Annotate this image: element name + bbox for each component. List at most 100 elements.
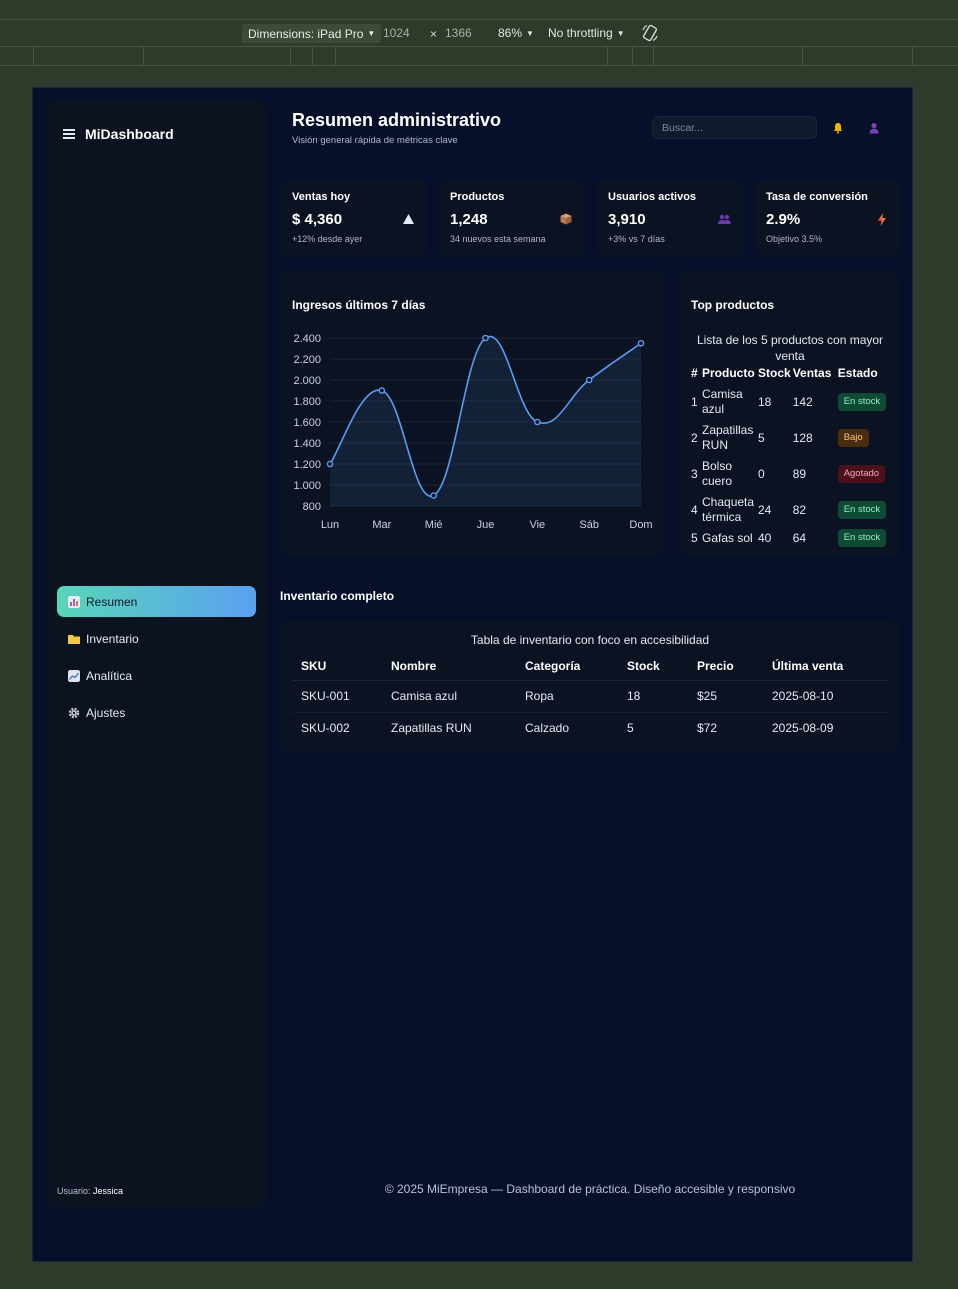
status-badge: En stock (837, 529, 887, 547)
cell-name: Zapatillas RUN (391, 721, 472, 736)
zoom-label: 86% (498, 26, 523, 40)
x-tick-label: Lun (321, 519, 339, 531)
search-input[interactable] (652, 116, 817, 139)
column-header: Stock (758, 366, 791, 380)
sales: 64 (792, 530, 807, 545)
sales: 128 (792, 430, 813, 445)
caret-down-icon: ▼ (367, 29, 376, 38)
x-tick-label: Jue (477, 519, 495, 531)
status-badge: Bajo (837, 429, 869, 447)
sidebar-item-analitica[interactable]: Analítica (57, 660, 256, 691)
zoom-select[interactable]: 86% ▼ (498, 26, 534, 40)
user-icon[interactable] (867, 121, 881, 135)
width-input[interactable]: 1024 (383, 26, 410, 40)
stat-value: 2.9% (766, 211, 801, 228)
device-viewport: MiDashboard Resumen Inventario Analítica… (32, 87, 913, 1262)
x-tick-label: Mié (425, 519, 443, 531)
column-header: Precio (688, 653, 763, 681)
ruler-tick (312, 47, 313, 65)
stat-note: +3% vs 7 días (608, 234, 665, 244)
revenue-chart-card: Ingresos últimos 7 días 2.400 2.200 2.000 1… (281, 270, 665, 556)
column-header: Nombre (382, 653, 516, 681)
status-badge: En stock (837, 393, 887, 411)
page-title: Resumen administrativo (292, 110, 502, 130)
sidebar-item-ajustes[interactable]: Ajustes (57, 697, 256, 728)
column-header: Última venta (763, 653, 889, 681)
y-tick-label: 1.400 (293, 438, 321, 450)
sales: 89 (792, 466, 807, 481)
divider (0, 65, 958, 66)
x-tick-label: Sáb (579, 519, 599, 531)
page-subtitle: Visión general rápida de métricas clave (292, 135, 458, 146)
throttling-label: No throttling (548, 26, 613, 40)
throttling-select[interactable]: No throttling ▼ (548, 26, 625, 40)
ruler-tick (802, 47, 803, 65)
users-icon (717, 212, 731, 226)
series-area (330, 336, 641, 506)
devtools-toolbar: Dimensions: iPad Pro ▼ 1024 × 1366 86% ▼… (0, 0, 958, 66)
column-header: Estado (837, 366, 878, 380)
inventory-table: SKU Nombre Categoría Stock Precio Última… (292, 653, 889, 744)
dimensions-select[interactable]: Dimensions: iPad Pro ▼ (242, 24, 382, 43)
table-row: 5 Gafas sol 40 64 En stock (691, 528, 888, 548)
stock: 5 (758, 430, 765, 445)
x-tick-label: Dom (629, 519, 652, 531)
stock: 24 (758, 502, 772, 517)
stat-card-usuarios: Usuarios activos 3,910 +3% vs 7 días (597, 180, 743, 256)
data-point (378, 387, 386, 394)
cell-price: $25 (688, 680, 763, 713)
menu-icon[interactable] (63, 129, 75, 139)
box-icon (559, 212, 573, 226)
product-name: Zapatillas RUN (702, 423, 754, 452)
product-name: Gafas sol (702, 530, 753, 545)
column-header: Ventas (792, 366, 832, 380)
column-header: Producto (702, 366, 755, 380)
product-name: Chaqueta térmica (702, 495, 755, 524)
column-header: Stock (618, 653, 688, 681)
top-products-title: Top productos (691, 298, 775, 312)
inventory-heading: Inventario completo (280, 589, 395, 603)
caret-down-icon: ▼ (616, 28, 625, 38)
sidebar-item-label: Ajustes (86, 705, 126, 720)
ruler-tick (290, 47, 291, 65)
data-point (585, 376, 593, 384)
data-point (637, 339, 645, 347)
product-name: Camisa azul (702, 387, 743, 416)
inventory-card: Tabla de inventario con foco en accesibi… (281, 621, 899, 751)
y-tick-label: 1.600 (293, 417, 321, 429)
height-input[interactable]: 1366 (445, 26, 472, 40)
sidebar-item-label: Resumen (86, 594, 138, 609)
sidebar-item-label: Inventario (86, 631, 139, 646)
triangle-up-icon (401, 212, 415, 226)
y-tick-label: 1.200 (293, 459, 321, 471)
ruler-tick (143, 47, 144, 65)
rotate-icon[interactable] (641, 24, 659, 42)
stat-value: 3,910 (608, 211, 646, 228)
divider (0, 19, 958, 20)
y-tick-label: 1.800 (293, 396, 321, 408)
y-tick-label: 2.400 (293, 333, 321, 345)
x-tick-label: Mar (372, 519, 391, 531)
brand-name: MiDashboard (85, 126, 174, 142)
times-symbol: × (430, 27, 438, 41)
gear-icon (68, 707, 80, 718)
cell-name: Camisa azul (382, 680, 516, 713)
data-point (326, 460, 334, 468)
column-header: # (691, 366, 698, 380)
stat-title: Usuarios activos (608, 191, 697, 203)
status-badge: Agotado (837, 465, 886, 483)
stat-title: Productos (450, 191, 505, 203)
stat-value: $ 4,360 (292, 211, 343, 228)
bell-icon[interactable] (831, 121, 845, 135)
ruler-tick (33, 47, 34, 65)
stat-card-conversion: Tasa de conversión 2.9% Objetivo 3.5% (755, 180, 901, 256)
cell-stock: 5 (627, 721, 634, 736)
sidebar-item-inventario[interactable]: Inventario (57, 623, 256, 654)
rank: 5 (691, 530, 698, 545)
table-row: 1 Camisa azul 18 142 En stock (691, 384, 888, 420)
cell-category: Calzado (525, 721, 570, 736)
sidebar-item-label: Analítica (86, 668, 133, 683)
sidebar-item-resumen[interactable]: Resumen (57, 586, 256, 617)
stat-title: Tasa de conversión (766, 191, 868, 203)
ruler-tick (335, 47, 336, 65)
